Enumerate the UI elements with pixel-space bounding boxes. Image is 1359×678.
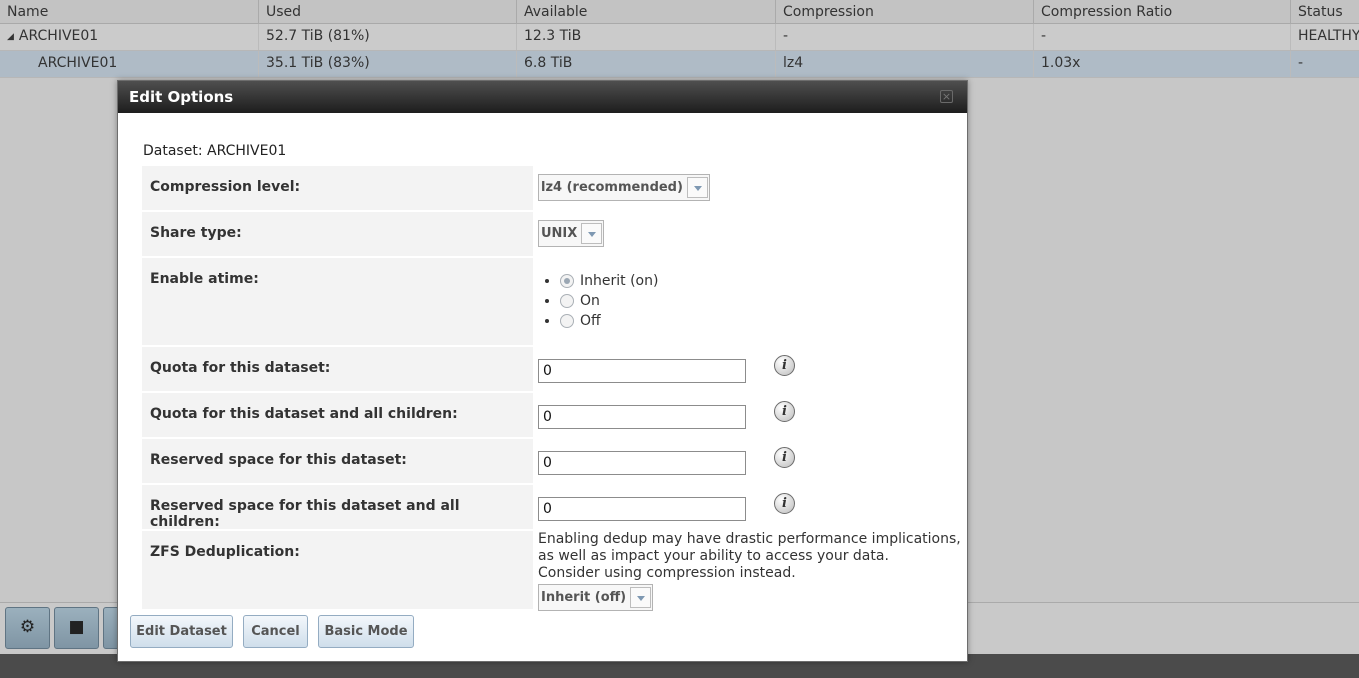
cell-name: ARCHIVE01 <box>0 51 259 77</box>
cell-compression: lz4 <box>776 51 1034 77</box>
cell-status: - <box>1298 55 1304 71</box>
dedup-label: ZFS Deduplication: <box>142 531 533 609</box>
dataset-name: Dataset: ARCHIVE01 <box>143 143 287 159</box>
basic-mode-button[interactable]: Basic Mode <box>318 615 414 648</box>
column-header-used[interactable]: Used <box>259 0 517 24</box>
cell-used: 35.1 TiB (83%) <box>259 51 517 77</box>
info-icon[interactable]: i <box>774 401 795 422</box>
quota-input[interactable] <box>538 359 746 383</box>
cell-compression-ratio: - <box>1034 24 1291 50</box>
column-header-compression[interactable]: Compression <box>776 0 1034 24</box>
compression-label: Compression level: <box>142 166 533 210</box>
radio-checked-icon[interactable] <box>560 274 574 288</box>
reserved-children-label: Reserved space for this dataset and all … <box>142 485 533 530</box>
reserved-children-input[interactable] <box>538 497 746 521</box>
dedup-warning: Enabling dedup may have drastic performa… <box>538 531 961 581</box>
quota-children-label: Quota for this dataset and all children: <box>142 393 533 437</box>
compression-select-value: lz4 (recommended) <box>541 180 683 195</box>
atime-row: Enable atime: Inherit (on) On Off <box>142 258 962 345</box>
cancel-button[interactable]: Cancel <box>243 615 308 648</box>
share-type-select-value: UNIX <box>541 226 578 241</box>
compression-select[interactable]: lz4 (recommended) <box>538 174 710 201</box>
reserved-children-row: Reserved space for this dataset and all … <box>142 485 962 530</box>
reserved-row: Reserved space for this dataset: i <box>142 439 962 483</box>
chevron-down-icon[interactable] <box>581 223 603 244</box>
cell-status: HEALTHY <box>1298 28 1359 44</box>
reserved-label: Reserved space for this dataset: <box>142 439 533 483</box>
chevron-down-icon[interactable] <box>686 177 708 198</box>
info-icon[interactable]: i <box>774 447 795 468</box>
close-icon[interactable]: × <box>940 90 953 103</box>
column-header-available[interactable]: Available <box>517 0 776 24</box>
quota-children-row: Quota for this dataset and all children:… <box>142 393 962 437</box>
add-dataset-button[interactable]: ■ <box>54 607 99 649</box>
dataset-settings-button[interactable]: ⚙ <box>5 607 50 649</box>
grid-header: Name Used Available Compression Compress… <box>0 0 1359 24</box>
dataset-settings-icon: ⚙ <box>19 617 36 637</box>
table-row[interactable]: ARCHIVE01 35.1 TiB (83%) 6.8 TiB lz4 1.0… <box>0 51 1359 78</box>
cell-available: 6.8 TiB <box>517 51 776 77</box>
dialog-titlebar[interactable]: Edit Options × <box>118 81 967 113</box>
atime-option-off[interactable]: Off <box>560 311 658 331</box>
quota-children-input[interactable] <box>538 405 746 429</box>
atime-radio-group: Inherit (on) On Off <box>538 271 658 331</box>
atime-label: Enable atime: <box>142 258 533 345</box>
edit-options-dialog: Edit Options × Dataset: ARCHIVE01 Compre… <box>117 80 968 662</box>
atime-option-on[interactable]: On <box>560 291 658 311</box>
column-header-status[interactable]: Status <box>1291 0 1359 24</box>
table-row[interactable]: ◢ ARCHIVE01 52.7 TiB (81%) 12.3 TiB - - H… <box>0 24 1359 51</box>
dedup-select[interactable]: Inherit (off) <box>538 584 654 611</box>
add-dataset-icon: ■ <box>68 617 85 637</box>
info-icon[interactable]: i <box>774 355 795 376</box>
share-type-row: Share type: UNIX <box>142 212 962 256</box>
cell-name-text: ARCHIVE01 <box>18 28 99 44</box>
cell-available: 12.3 TiB <box>517 24 776 50</box>
info-icon[interactable]: i <box>774 493 795 514</box>
share-type-label: Share type: <box>142 212 533 256</box>
collapse-triangle-icon[interactable]: ◢ <box>7 25 14 50</box>
radio-unchecked-icon[interactable] <box>560 314 574 328</box>
chevron-down-icon[interactable] <box>630 587 652 608</box>
quota-label: Quota for this dataset: <box>142 347 533 391</box>
share-type-select[interactable]: UNIX <box>538 220 605 247</box>
compression-row: Compression level: lz4 (recommended) <box>142 166 962 210</box>
dialog-title: Edit Options <box>129 88 234 106</box>
atime-option-inherit[interactable]: Inherit (on) <box>560 271 658 291</box>
quota-row: Quota for this dataset: i <box>142 347 962 391</box>
reserved-input[interactable] <box>538 451 746 475</box>
dedup-row: ZFS Deduplication: Enabling dedup may ha… <box>142 531 962 611</box>
cell-used: 52.7 TiB (81%) <box>259 24 517 50</box>
cell-name: ◢ ARCHIVE01 <box>0 24 259 50</box>
edit-dataset-button[interactable]: Edit Dataset <box>130 615 233 648</box>
cell-compression: - <box>776 24 1034 50</box>
cell-compression-ratio: 1.03x <box>1034 51 1291 77</box>
dedup-select-value: Inherit (off) <box>541 590 627 605</box>
column-header-compression-ratio[interactable]: Compression Ratio <box>1034 0 1291 24</box>
radio-unchecked-icon[interactable] <box>560 294 574 308</box>
column-header-name[interactable]: Name <box>0 0 259 24</box>
